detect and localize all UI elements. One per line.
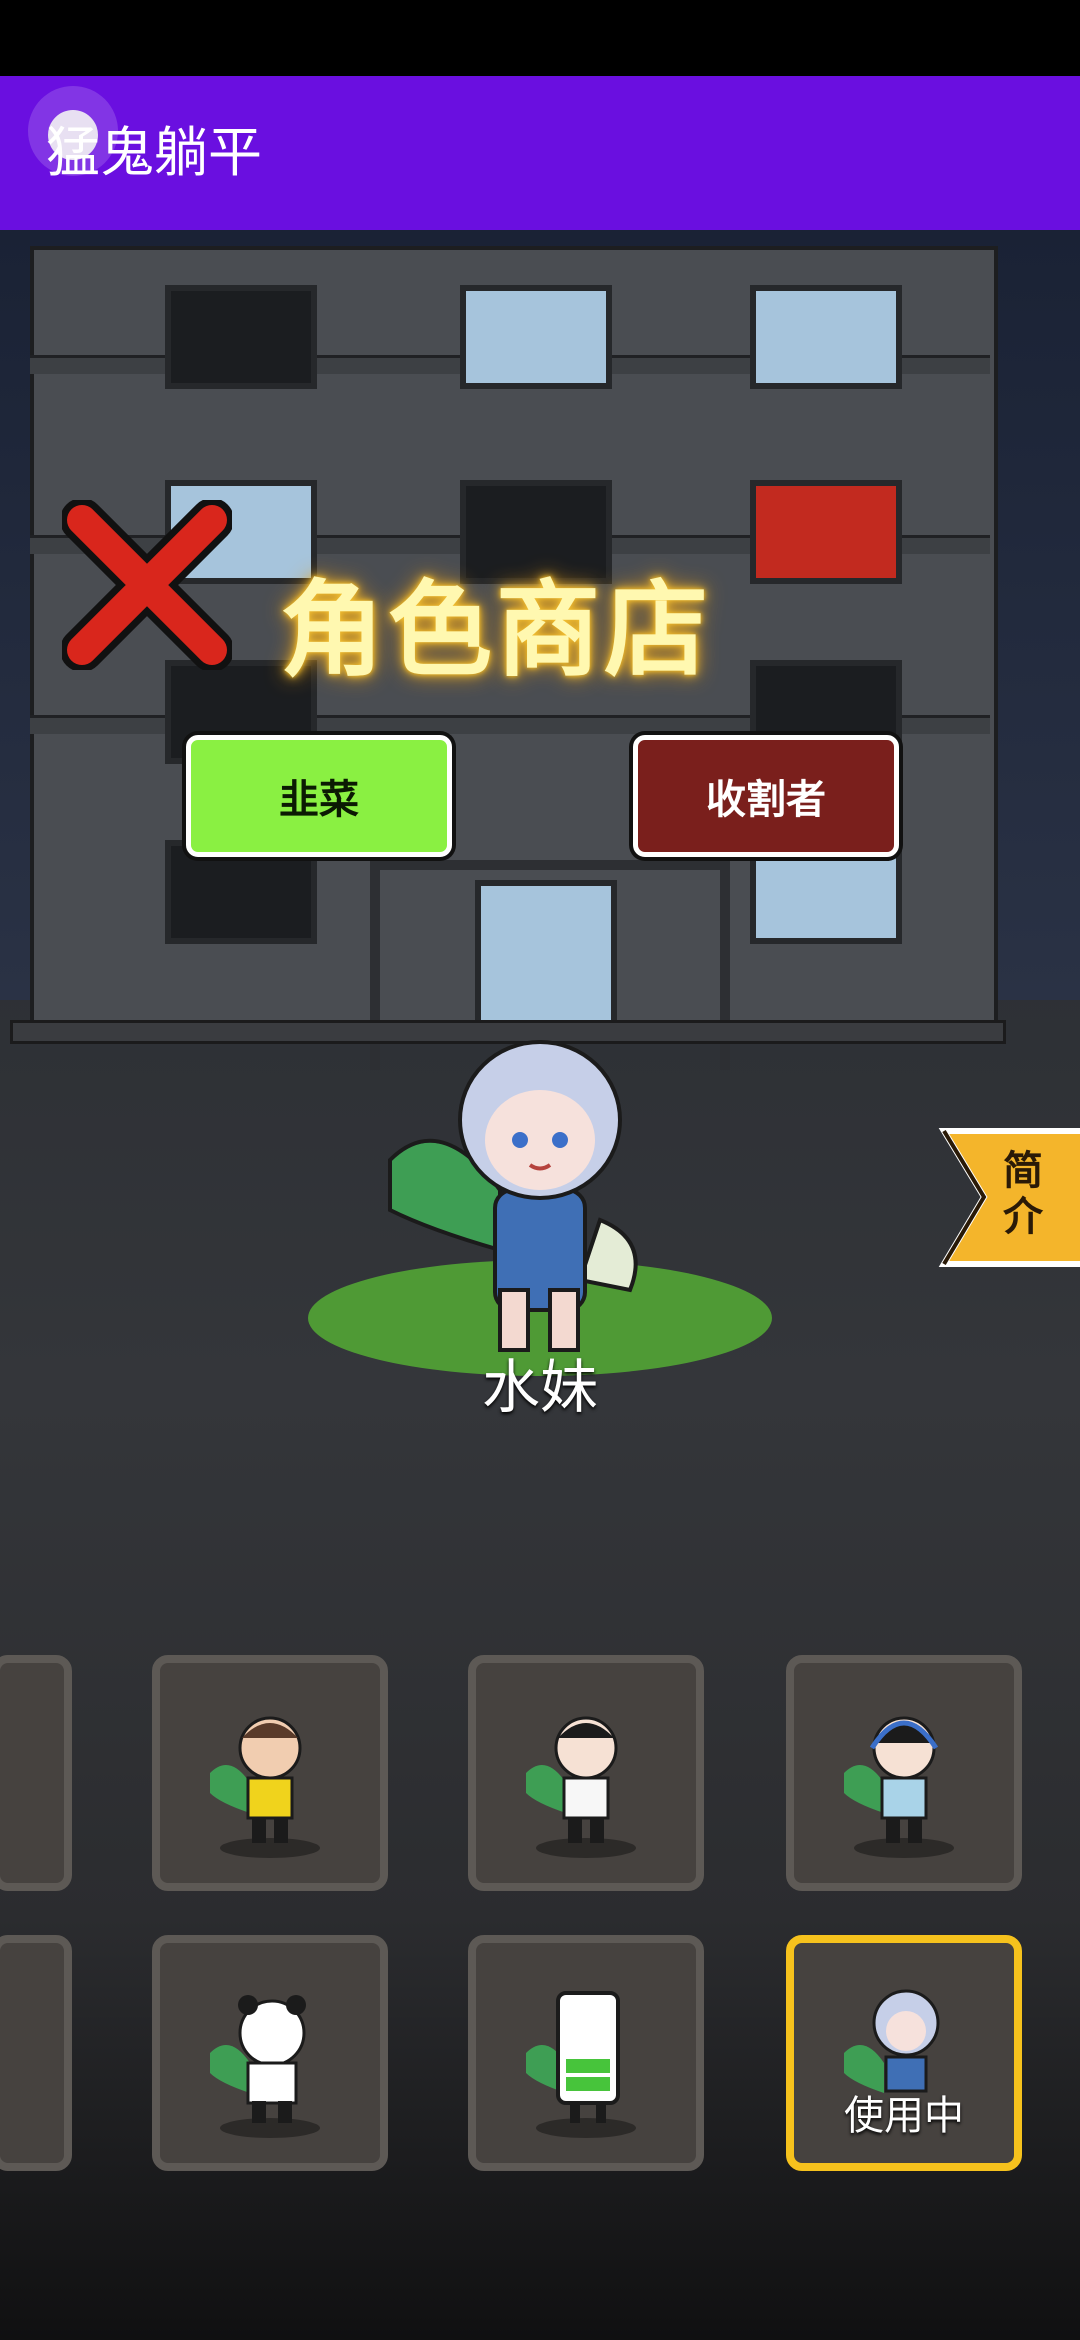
building-window	[460, 285, 612, 389]
app-title: 猛鬼躺平	[46, 121, 262, 184]
building-window	[750, 285, 902, 389]
character-slot[interactable]	[152, 1655, 388, 1891]
intro-label[interactable]: 简介	[1003, 1148, 1047, 1240]
character-thumbnail	[210, 1995, 320, 2138]
character-thumbnail	[526, 1716, 636, 1858]
app-bar: 猛鬼躺平	[0, 76, 1080, 230]
close-icon[interactable]	[62, 500, 232, 670]
game-screen: 角色商店 韭菜 收割者 简介 水妹 使用中	[0, 230, 1080, 2340]
character-slot[interactable]	[0, 1655, 72, 1891]
tab-reaper[interactable]: 收割者	[633, 735, 899, 857]
character-thumbnail	[526, 1991, 636, 2138]
building-window	[750, 480, 902, 584]
character-slot[interactable]	[786, 1655, 1022, 1891]
character-thumbnail	[210, 1716, 320, 1858]
character-slot[interactable]	[468, 1935, 704, 2171]
character-slot[interactable]	[0, 1935, 72, 2171]
tab-leek[interactable]: 韭菜	[186, 735, 452, 857]
shop-title: 角色商店	[280, 569, 713, 691]
character-slot[interactable]	[468, 1655, 704, 1891]
status-bar	[0, 0, 1080, 76]
selected-character-name: 水妹	[481, 1353, 598, 1421]
in-use-label: 使用中	[844, 2093, 964, 2139]
character-slot[interactable]	[152, 1935, 388, 2171]
building-window	[165, 285, 317, 389]
character-slot-in-use[interactable]: 使用中	[786, 1935, 1022, 2171]
character-thumbnail	[844, 1716, 954, 1858]
selected-character-sprite[interactable]	[380, 990, 680, 1370]
